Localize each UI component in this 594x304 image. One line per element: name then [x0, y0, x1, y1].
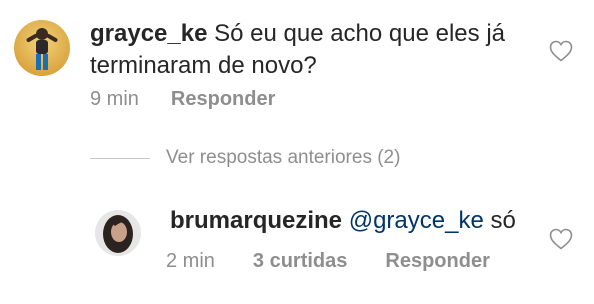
comment-body: só	[490, 207, 516, 234]
comment-time: 9 min	[90, 88, 139, 110]
heart-outline-icon[interactable]	[549, 228, 573, 250]
comment-username[interactable]: grayce_ke	[90, 20, 207, 47]
avatar-brumarquezine[interactable]	[95, 210, 141, 256]
comment-meta: 2 min 3 curtidas Responder	[166, 250, 490, 273]
avatar-grayce-ke[interactable]	[14, 20, 70, 76]
divider-line	[90, 157, 150, 159]
view-previous-replies-button[interactable]: Ver respostas anteriores (2)	[90, 147, 400, 169]
comment-username[interactable]: brumarquezine	[170, 207, 342, 234]
comment-time: 2 min	[166, 250, 215, 272]
reply-button[interactable]: Responder	[385, 250, 489, 273]
likes-count-button[interactable]: 3 curtidas	[253, 250, 347, 273]
view-previous-replies-label: Ver respostas anteriores (2)	[166, 147, 401, 168]
comment-mention[interactable]: @grayce_ke	[349, 207, 484, 234]
reply-button[interactable]: Responder	[171, 88, 275, 111]
comment-text: grayce_ke Só eu que acho que eles já ter…	[90, 18, 530, 82]
heart-outline-icon[interactable]	[549, 40, 573, 62]
comment-text: brumarquezine @grayce_ke só	[170, 205, 550, 237]
comment-meta: 9 min Responder	[90, 88, 275, 111]
